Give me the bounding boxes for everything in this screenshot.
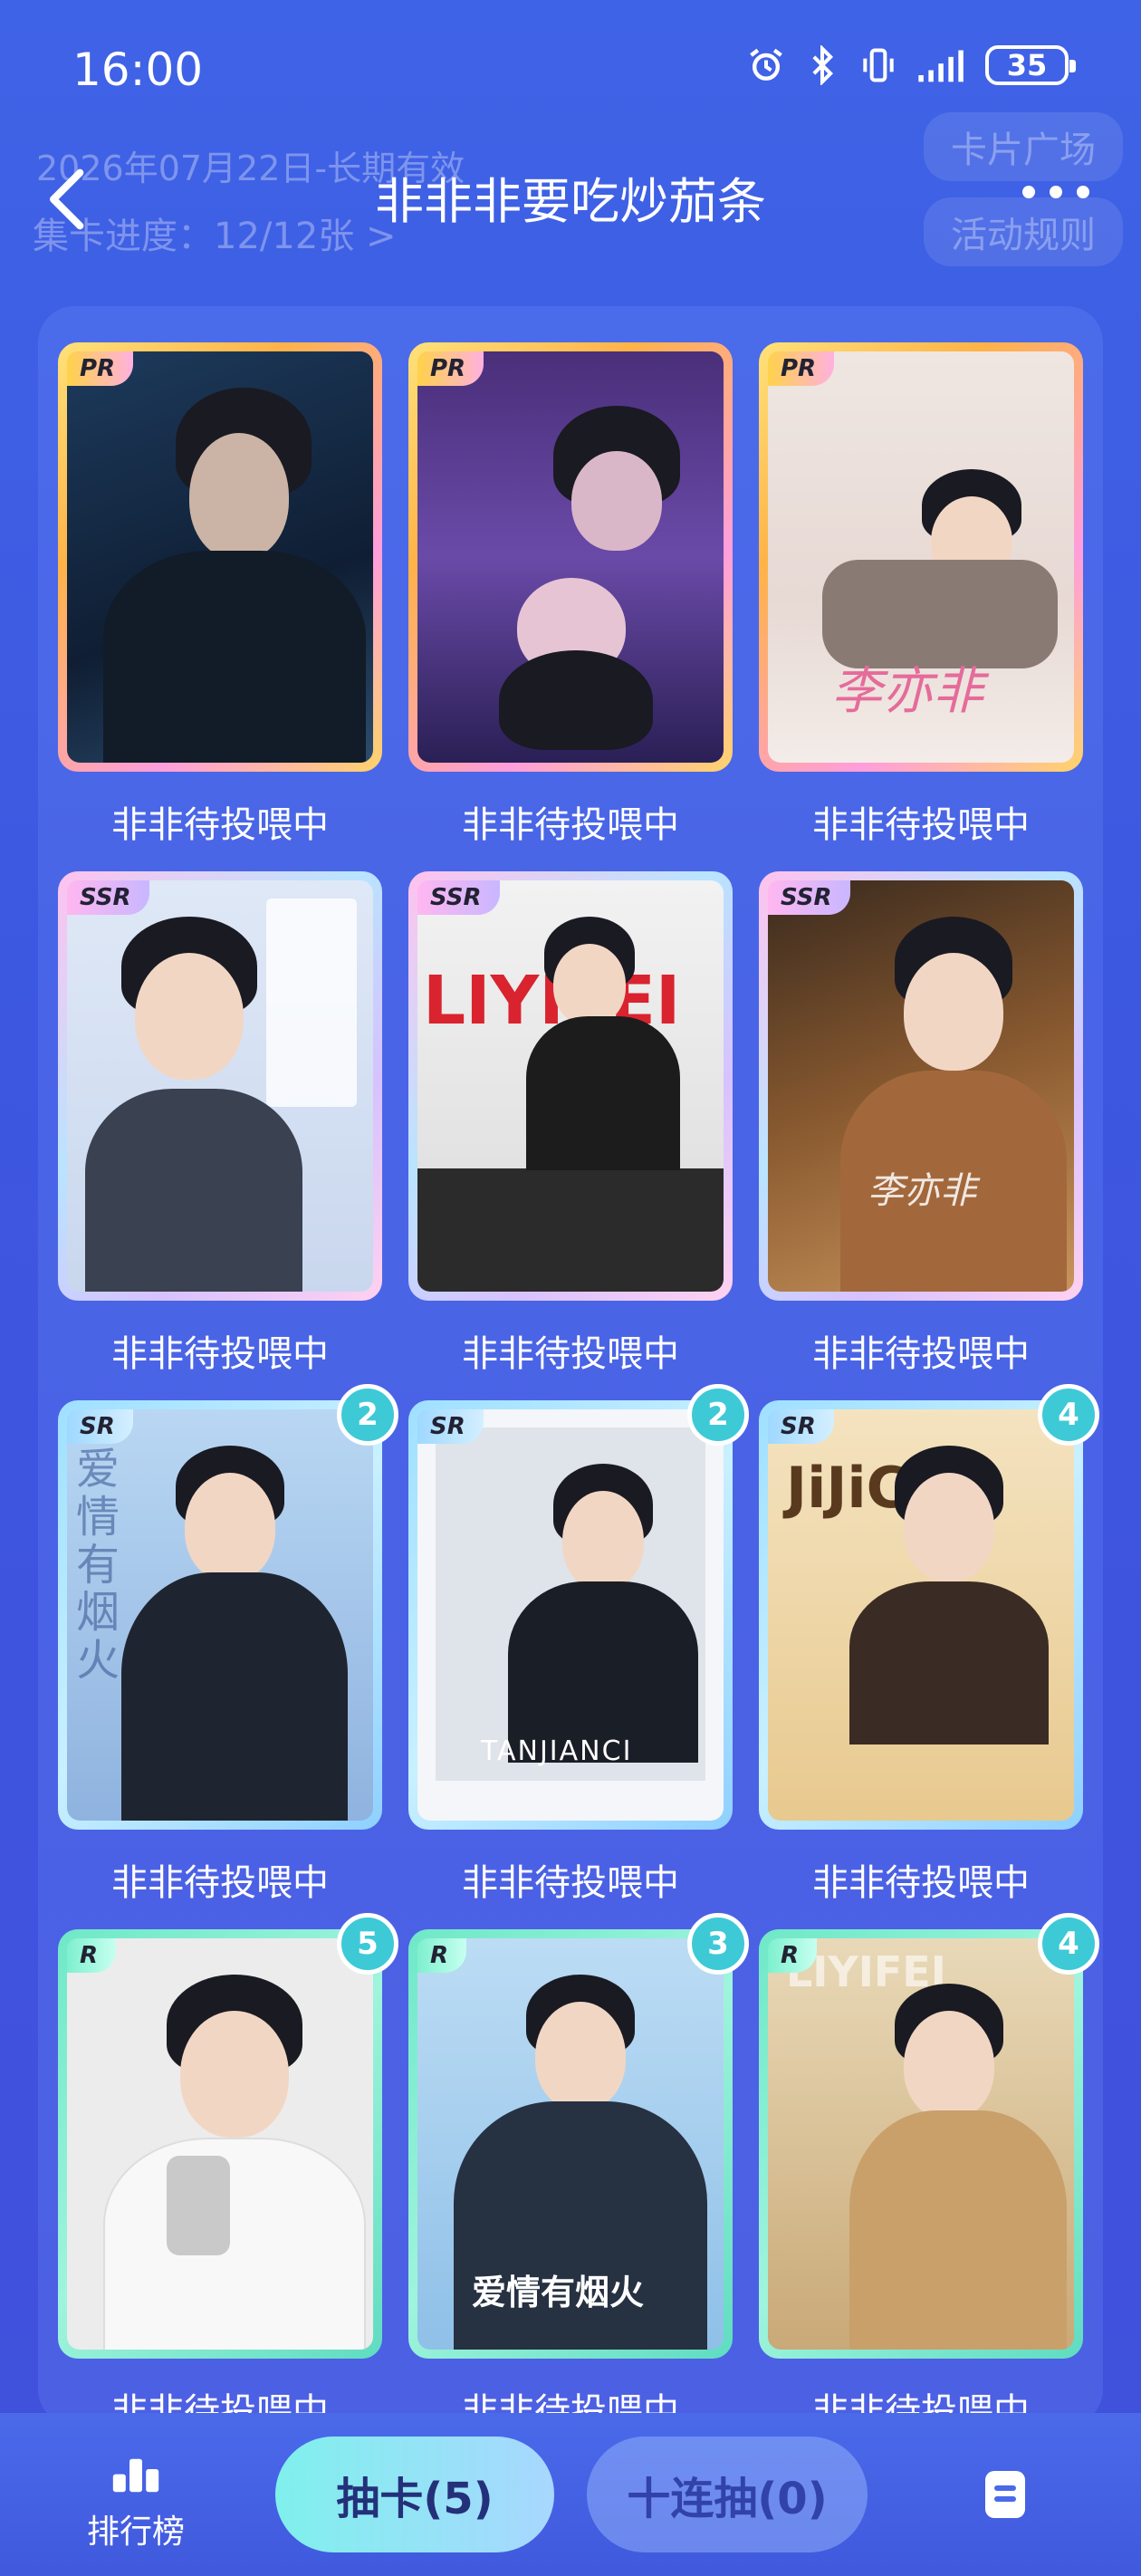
draw-card-button[interactable]: 抽卡(5) [275, 2437, 554, 2552]
rarity-tag: PR [768, 351, 835, 386]
card-status-label: 非非待投喂中 [462, 804, 679, 846]
card-sr-1[interactable]: SR 2 爱情有烟火 [58, 1384, 398, 1830]
card-cell[interactable]: PR 非非待投喂中 [408, 342, 733, 848]
card-art-text: 李亦非 [831, 662, 983, 721]
status-time: 16:00 [72, 43, 204, 96]
card-cell[interactable]: R 3 爱情有烟火 非非待投喂中 [408, 1913, 749, 2435]
rarity-tag: PR [417, 351, 484, 386]
card-cell[interactable]: SR 2 TANJIANCI 非非待投喂中 [408, 1384, 749, 1906]
card-art [417, 351, 724, 763]
card-r-2[interactable]: R 3 爱情有烟火 [408, 1913, 749, 2359]
vibrate-icon [863, 48, 894, 82]
card-art: LIYIFEI [768, 1938, 1074, 2350]
card-ssr-1[interactable]: SSR [58, 871, 382, 1301]
card-art: 李亦非 [768, 880, 1074, 1292]
card-pr-1[interactable]: PR [58, 342, 382, 772]
card-status-label: 非非待投喂中 [812, 804, 1030, 846]
card-cell[interactable]: PR 非非待投喂中 [58, 342, 382, 848]
card-cell[interactable]: SSR 非非待投喂中 [58, 871, 382, 1377]
card-count-badge: 4 [1038, 1384, 1099, 1446]
document-icon[interactable] [978, 2467, 1032, 2522]
leaderboard-button[interactable]: 排行榜 [72, 2456, 199, 2552]
rarity-tag: SR [768, 1409, 834, 1444]
card-cell[interactable]: SR 2 爱情有烟火 非非待投喂中 [58, 1384, 398, 1906]
leaderboard-icon [112, 2458, 159, 2493]
card-collection-panel: PR 非非待投喂中 PR 非非待投喂中 PR 李亦非 非非待投喂中 SSR 非非… [38, 306, 1103, 2433]
card-art: 爱情有烟火 [67, 1409, 373, 1821]
card-status-label: 非非待投喂中 [111, 804, 329, 846]
card-status-label: 非非待投喂中 [462, 1862, 679, 1904]
card-art [67, 351, 373, 763]
rarity-tag: PR [67, 351, 134, 386]
rarity-tag: SR [67, 1409, 133, 1444]
card-count-badge: 4 [1038, 1913, 1099, 1975]
card-art [67, 880, 373, 1292]
card-ssr-3[interactable]: SSR 李亦非 [759, 871, 1083, 1301]
card-art: 李亦非 [768, 351, 1074, 763]
ten-draw-button[interactable]: 十连抽(0) [587, 2437, 868, 2552]
leaderboard-label: 排行榜 [86, 2514, 185, 2551]
bottom-action-bar: 排行榜 抽卡(5) 十连抽(0) [0, 2413, 1141, 2576]
card-status-label: 非非待投喂中 [812, 1333, 1030, 1375]
card-cell[interactable]: SSR 李亦非 非非待投喂中 [759, 871, 1083, 1377]
card-art: TANJIANCI [417, 1409, 724, 1821]
rarity-tag: SSR [768, 880, 850, 915]
card-art-text: TANJIANCI [481, 1735, 633, 1767]
card-sr-3[interactable]: SR 4 JiJiCi [759, 1384, 1099, 1830]
card-art: LIYIFEI [417, 880, 724, 1292]
card-art-text: 李亦非 [868, 1170, 976, 1212]
rarity-tag: SSR [417, 880, 500, 915]
alarm-icon [750, 48, 782, 81]
card-status-label: 非非待投喂中 [462, 1333, 679, 1375]
card-art [67, 1938, 373, 2350]
more-options-icon[interactable] [1020, 183, 1092, 201]
card-cell[interactable]: PR 李亦非 非非待投喂中 [759, 342, 1083, 848]
card-art-text: 爱情有烟火 [472, 2273, 645, 2312]
card-cell[interactable]: R 5 非非待投喂中 [58, 1913, 398, 2435]
bluetooth-icon [812, 45, 834, 85]
card-count-badge: 2 [337, 1384, 398, 1446]
card-art: JiJiCi [768, 1409, 1074, 1821]
card-status-label: 非非待投喂中 [111, 1333, 329, 1375]
card-status-label: 非非待投喂中 [812, 1862, 1030, 1904]
signal-icon [918, 50, 964, 82]
card-r-3[interactable]: R 4 LIYIFEI [759, 1913, 1099, 2359]
rarity-tag: SSR [67, 880, 149, 915]
card-count-badge: 5 [337, 1913, 398, 1975]
card-pr-3[interactable]: PR 李亦非 [759, 342, 1083, 772]
card-sr-2[interactable]: SR 2 TANJIANCI [408, 1384, 749, 1830]
card-pr-2[interactable]: PR [408, 342, 733, 772]
card-cell[interactable]: R 4 LIYIFEI 非非待投喂中 [759, 1913, 1099, 2435]
rarity-tag: SR [417, 1409, 484, 1444]
battery-icon: 35 [985, 45, 1076, 85]
card-cell[interactable]: SSR LIYIFEI 非非待投喂中 [408, 871, 733, 1377]
card-count-badge: 3 [687, 1913, 749, 1975]
card-art: 爱情有烟火 [417, 1938, 724, 2350]
card-r-1[interactable]: R 5 [58, 1913, 398, 2359]
card-ssr-2[interactable]: SSR LIYIFEI [408, 871, 733, 1301]
card-cell[interactable]: SR 4 JiJiCi 非非待投喂中 [759, 1384, 1099, 1906]
card-status-label: 非非待投喂中 [111, 1862, 329, 1904]
page-title: 非非非要吃炒茄条 [375, 173, 766, 230]
card-count-badge: 2 [687, 1384, 749, 1446]
status-icons: 35 [746, 45, 1076, 85]
